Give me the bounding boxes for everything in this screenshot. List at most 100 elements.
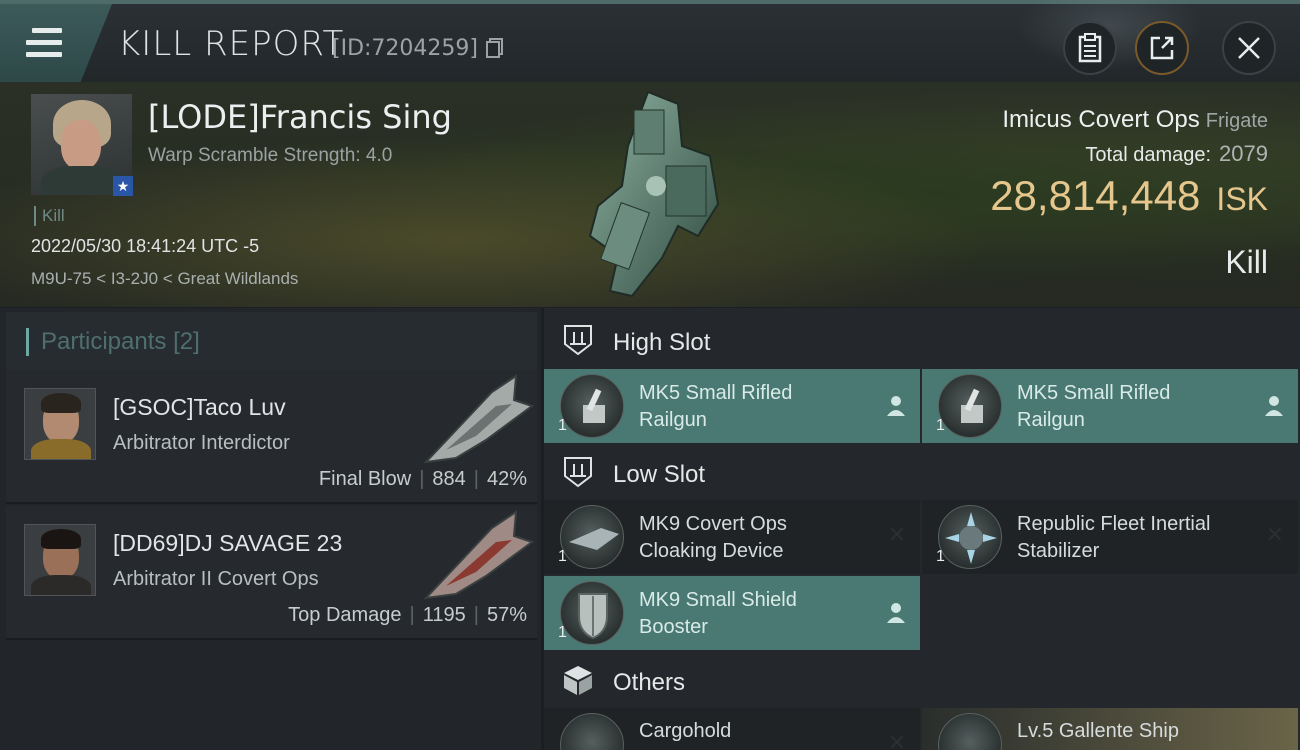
- module-name-line2: Railgun: [1017, 409, 1085, 431]
- module-name: MK5 Small Rifled Railgun: [639, 380, 879, 434]
- destroyed-x-icon: ✕: [887, 522, 906, 547]
- share-button[interactable]: [1135, 21, 1189, 75]
- participant-ship: Arbitrator Interdictor: [113, 432, 290, 454]
- module-quantity: 1: [558, 548, 567, 565]
- participants-count: [2]: [173, 328, 200, 355]
- online-user-icon: [1265, 396, 1283, 416]
- fitting-panel: High Slot 1 MK5 Small Rifled Railgun 1 MK…: [544, 308, 1300, 750]
- star-badge-icon: ★: [113, 176, 133, 196]
- module-quantity: 1: [936, 548, 945, 565]
- top-bar: KILL REPORT [ID:7204259]: [0, 0, 1300, 82]
- victim-pilot-name[interactable]: [LODE]Francis Sing: [148, 98, 452, 136]
- module-card[interactable]: 1 MK9 Small Shield Booster: [544, 576, 920, 650]
- online-user-icon: [887, 396, 905, 416]
- low-slot-label: Low Slot: [613, 461, 706, 488]
- module-name-line1: MK5 Small Rifled: [639, 382, 793, 404]
- module-name: Lv.5 Gallente Ship: [1017, 720, 1179, 742]
- participant-stats: Final Blow | 884 | 42%: [318, 468, 527, 490]
- participant-damage: 1195: [422, 604, 466, 626]
- participants-panel: Participants [2] [GSOC]Taco Luv Arbitrat…: [0, 308, 541, 750]
- copy-icon[interactable]: [486, 38, 504, 58]
- railgun-icon: [938, 374, 1002, 438]
- isk-unit: ISK: [1216, 181, 1268, 217]
- low-slot-header: Low Slot: [544, 442, 1300, 502]
- participant-name[interactable]: [GSOC]Taco Luv: [113, 394, 286, 421]
- clipboard-icon: [1078, 33, 1102, 63]
- page-title: KILL REPORT: [118, 24, 345, 64]
- participants-header: Participants [2]: [6, 312, 537, 370]
- close-icon: [1238, 37, 1260, 59]
- participant-name[interactable]: [DD69]DJ SAVAGE 23: [113, 530, 342, 557]
- participants-label: Participants [2]: [26, 328, 200, 356]
- victim-ship-image[interactable]: [570, 86, 740, 304]
- report-id: [ID:7204259]: [332, 36, 478, 61]
- victim-ship-name[interactable]: Imicus Covert Ops Frigate: [1002, 106, 1268, 134]
- participant-ship-image[interactable]: [416, 370, 540, 470]
- cargohold-icon: [560, 713, 624, 750]
- module-quantity: 1: [936, 417, 945, 434]
- participant-role: Top Damage: [288, 604, 402, 626]
- kill-tag: Kill: [34, 206, 65, 226]
- high-slot-header: High Slot: [544, 310, 1300, 370]
- destroyed-x-icon: ✕: [887, 730, 906, 750]
- module-name: Cargohold: [639, 720, 732, 742]
- destroyed-x-icon: ✕: [1265, 522, 1284, 547]
- module-card[interactable]: 1 MK5 Small Rifled Railgun: [922, 369, 1298, 443]
- module-quantity: 1: [558, 624, 567, 641]
- module-quantity: 1: [558, 417, 567, 434]
- railgun-icon: [560, 374, 624, 438]
- module-card[interactable]: Cargohold ✕: [544, 708, 920, 750]
- participant-avatar[interactable]: [24, 388, 96, 460]
- kill-location: M9U-75 < I3-2J0 < Great Wildlands: [31, 269, 299, 288]
- module-card[interactable]: 1 Republic Fleet Inertial Stabilizer ✕: [922, 500, 1298, 574]
- total-damage-label: Total damage:: [1085, 144, 1212, 166]
- participant-row[interactable]: [DD69]DJ SAVAGE 23 Arbitrator II Covert …: [6, 506, 537, 640]
- low-slot-icon: [564, 457, 592, 488]
- participants-title: Participants: [41, 328, 167, 355]
- online-user-icon: [887, 603, 905, 623]
- module-name-line2: Railgun: [639, 409, 707, 431]
- module-name: MK5 Small Rifled Railgun: [1017, 380, 1257, 434]
- shield-booster-icon: [560, 581, 624, 645]
- module-name: MK9 Small Shield Booster: [639, 587, 879, 641]
- high-slot-icon: [564, 325, 592, 356]
- participant-ship: Arbitrator II Covert Ops: [113, 568, 319, 590]
- hamburger-icon: [26, 28, 62, 58]
- participant-damage: 884: [432, 468, 466, 490]
- module-name-line1: Republic Fleet Inertial: [1017, 513, 1211, 535]
- others-label: Others: [613, 669, 686, 696]
- participant-stats: Top Damage | 1195 | 57%: [288, 604, 527, 626]
- clipboard-button[interactable]: [1063, 21, 1117, 75]
- module-name-line2: Stabilizer: [1017, 540, 1100, 562]
- participant-percent: 42%: [486, 468, 527, 490]
- warp-scramble-strength: Warp Scramble Strength: 4.0: [148, 145, 393, 166]
- module-card[interactable]: Lv.5 Gallente Ship: [922, 708, 1298, 750]
- ship-name-text: Imicus Covert Ops: [1002, 106, 1200, 133]
- others-header: Others: [544, 650, 1300, 710]
- module-card[interactable]: 1 MK5 Small Rifled Railgun: [544, 369, 920, 443]
- module-name-line2: Booster: [639, 616, 708, 638]
- cargo-box-icon: [564, 666, 592, 695]
- menu-button[interactable]: [0, 4, 112, 82]
- participant-role: Final Blow: [318, 468, 412, 490]
- ship-class: Frigate: [1205, 110, 1268, 132]
- module-name-line1: MK9 Small Shield: [639, 589, 797, 611]
- result-label: Kill: [1225, 244, 1268, 280]
- isk-amount: 28,814,448: [990, 172, 1201, 219]
- module-name: MK9 Covert Ops Cloaking Device: [639, 511, 879, 565]
- participant-percent: 57%: [486, 604, 527, 626]
- cloaking-device-icon: [560, 505, 624, 569]
- participant-avatar[interactable]: [24, 524, 96, 596]
- skill-book-icon: [938, 713, 1002, 750]
- module-card[interactable]: 1 MK9 Covert Ops Cloaking Device ✕: [544, 500, 920, 574]
- module-name-line1: MK9 Covert Ops: [639, 513, 787, 535]
- participant-row[interactable]: [GSOC]Taco Luv Arbitrator Interdictor Fi…: [6, 370, 537, 504]
- total-damage-value: 2079: [1219, 141, 1268, 166]
- total-damage: Total damage: 2079: [1085, 141, 1268, 167]
- isk-value: 28,814,448 ISK: [990, 172, 1268, 220]
- module-name-line2: Cloaking Device: [639, 540, 784, 562]
- kill-datetime: 2022/05/30 18:41:24 UTC -5: [31, 236, 260, 256]
- high-slot-label: High Slot: [613, 329, 711, 356]
- participant-ship-image[interactable]: [416, 506, 540, 606]
- close-button[interactable]: [1222, 21, 1276, 75]
